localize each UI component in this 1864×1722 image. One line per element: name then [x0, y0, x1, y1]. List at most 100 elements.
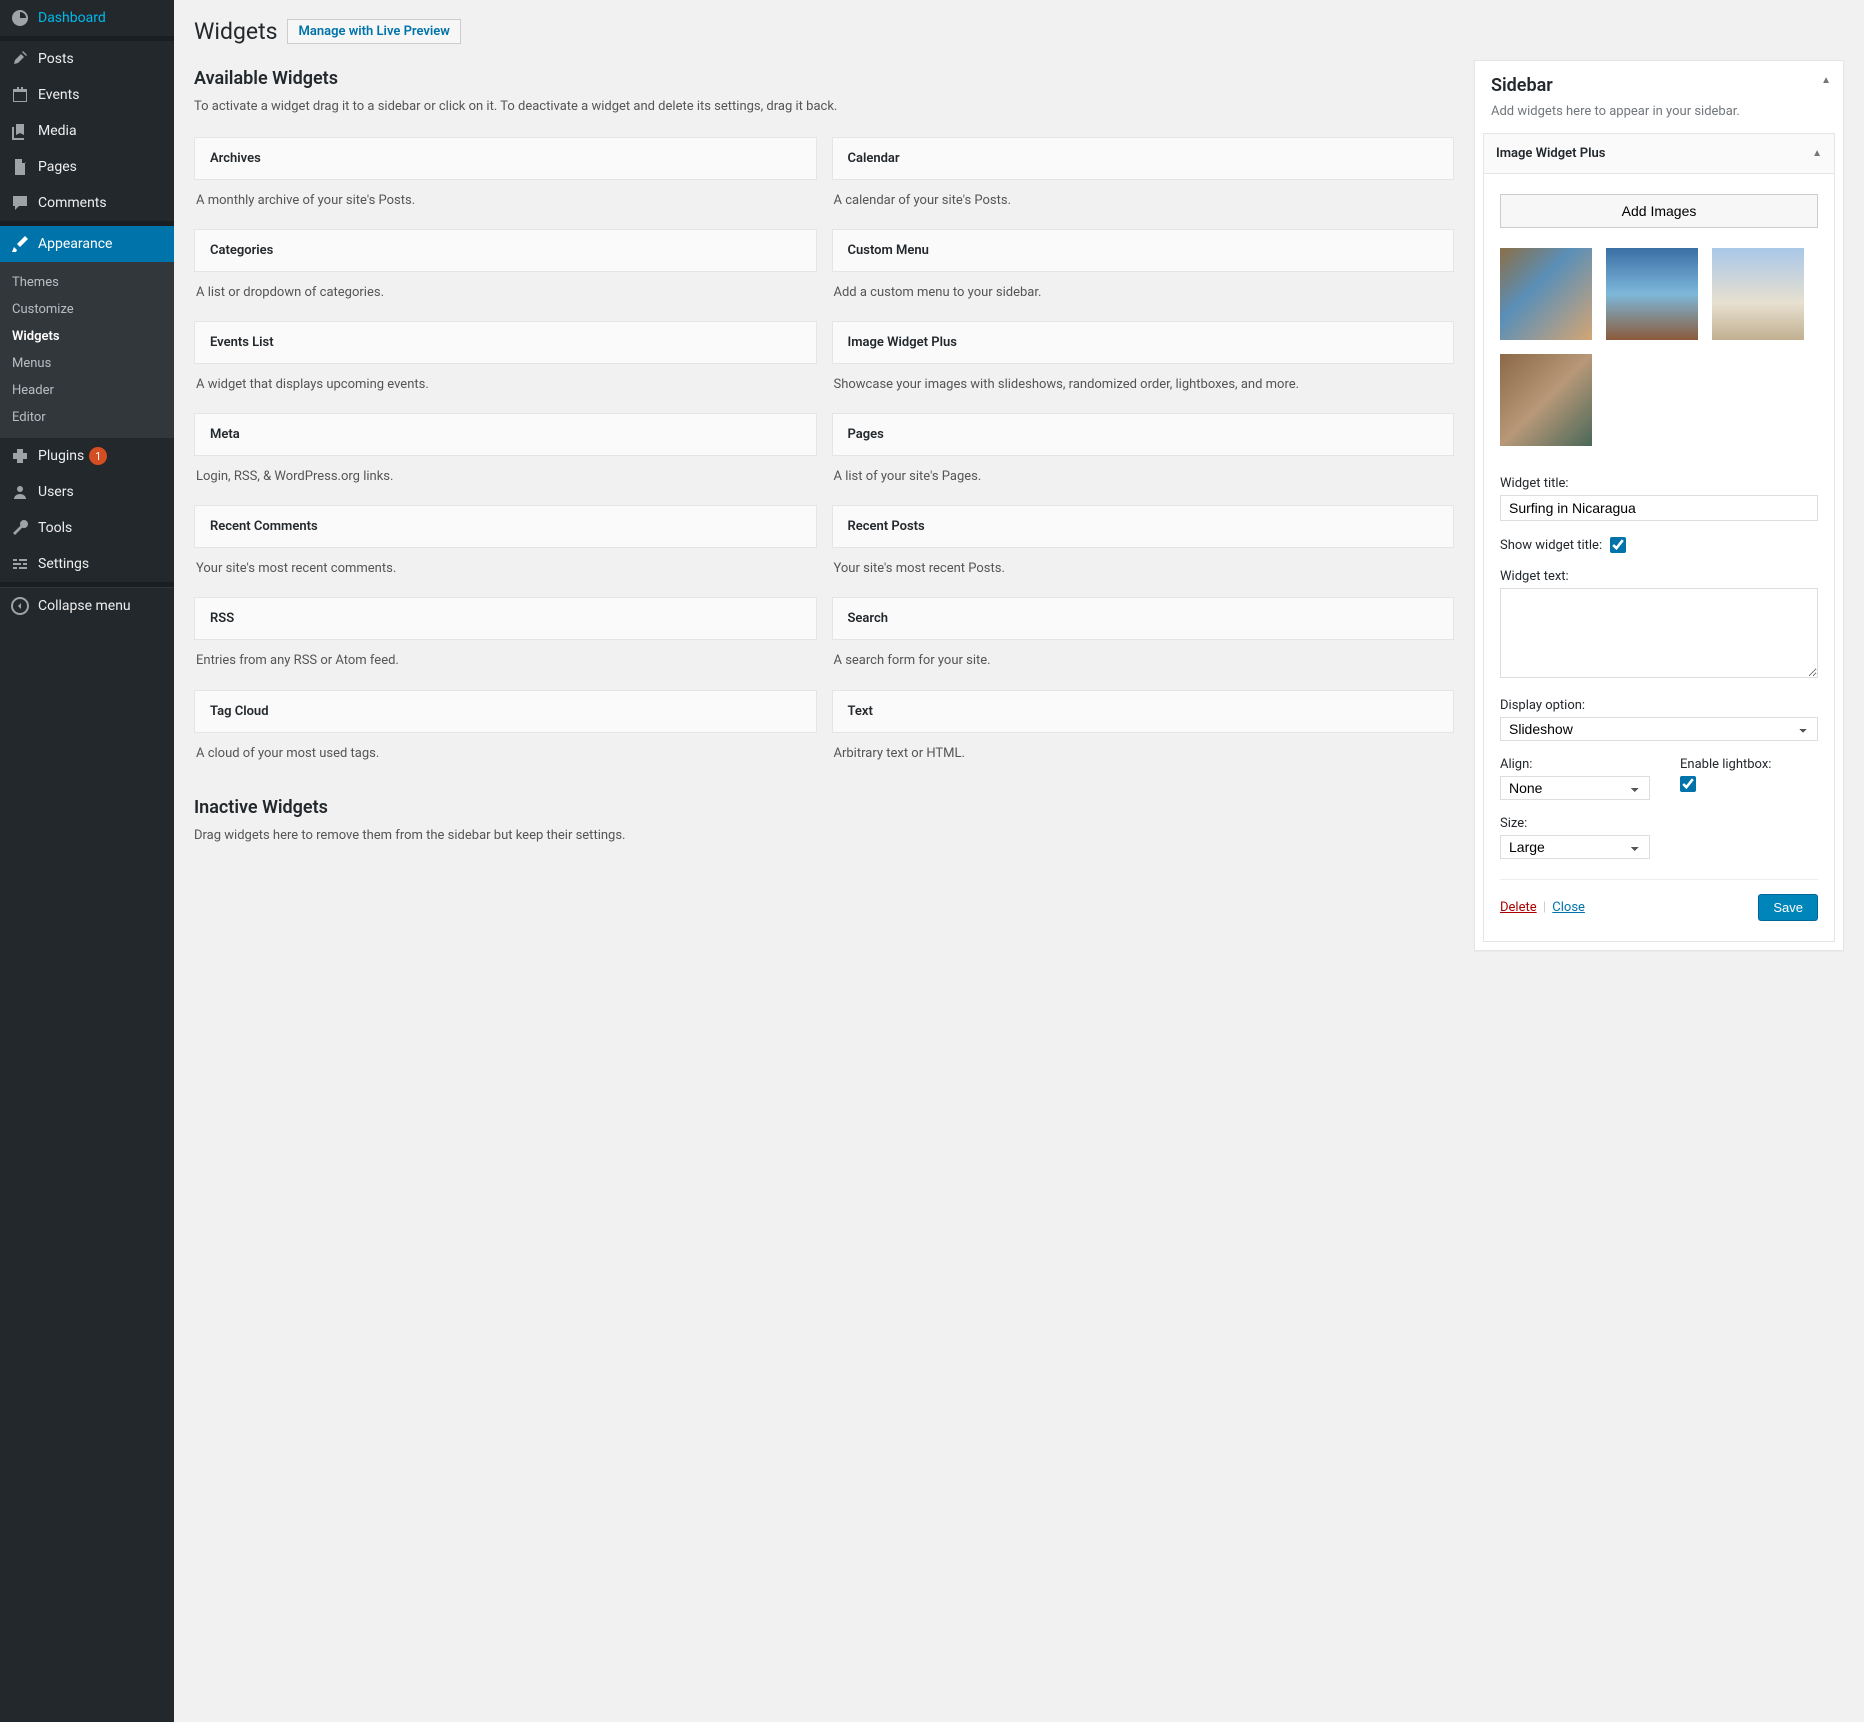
- widget-instance: Image Widget Plus ▲ Add Images Widget ti…: [1483, 133, 1835, 942]
- available-widget: Recent CommentsYour site's most recent c…: [194, 505, 817, 582]
- widget-handle[interactable]: Calendar: [832, 137, 1455, 180]
- nav-events[interactable]: Events: [0, 77, 174, 113]
- widget-handle[interactable]: Archives: [194, 137, 817, 180]
- instance-header[interactable]: Image Widget Plus ▲: [1484, 134, 1834, 174]
- delete-link[interactable]: Delete: [1500, 900, 1537, 915]
- widget-handle[interactable]: Tag Cloud: [194, 690, 817, 733]
- display-option-select[interactable]: Slideshow: [1500, 717, 1818, 741]
- widget-handle[interactable]: RSS: [194, 597, 817, 640]
- nav-comments[interactable]: Comments: [0, 185, 174, 221]
- nav-label: Media: [38, 123, 77, 139]
- widget-handle[interactable]: Categories: [194, 229, 817, 272]
- wrench-icon: [10, 518, 30, 538]
- available-widget: Events ListA widget that displays upcomi…: [194, 321, 817, 398]
- subnav-widgets[interactable]: Widgets: [0, 323, 174, 350]
- widget-handle[interactable]: Pages: [832, 413, 1455, 456]
- close-link[interactable]: Close: [1552, 900, 1585, 915]
- nav-label: Posts: [38, 51, 74, 67]
- nav-collapse[interactable]: Collapse menu: [0, 587, 174, 624]
- nav-settings[interactable]: Settings: [0, 546, 174, 582]
- caret-up-icon[interactable]: ▲: [1812, 148, 1822, 159]
- appearance-submenu: Themes Customize Widgets Menus Header Ed…: [0, 262, 174, 438]
- widgets-right: Sidebar Add widgets here to appear in yo…: [1474, 60, 1844, 951]
- available-widget: Custom MenuAdd a custom menu to your sid…: [832, 229, 1455, 306]
- nav-appearance[interactable]: Appearance: [0, 226, 174, 262]
- widget-description: Your site's most recent comments.: [194, 548, 817, 582]
- display-option-label: Display option:: [1500, 698, 1818, 713]
- widget-description: Your site's most recent Posts.: [832, 548, 1455, 582]
- pages-icon: [10, 157, 30, 177]
- widget-text-textarea[interactable]: [1500, 588, 1818, 678]
- image-thumbnail[interactable]: [1712, 248, 1804, 340]
- subnav-themes[interactable]: Themes: [0, 269, 174, 296]
- nav-pages[interactable]: Pages: [0, 149, 174, 185]
- widget-handle[interactable]: Recent Posts: [832, 505, 1455, 548]
- widget-title-input[interactable]: [1500, 495, 1818, 521]
- widget-description: Login, RSS, & WordPress.org links.: [194, 456, 817, 490]
- nav-tools[interactable]: Tools: [0, 510, 174, 546]
- nav-label: Users: [38, 484, 74, 500]
- page-header: Widgets Manage with Live Preview: [194, 18, 1844, 45]
- caret-up-icon[interactable]: ▲: [1821, 75, 1831, 86]
- nav-media[interactable]: Media: [0, 113, 174, 149]
- widget-description: A cloud of your most used tags.: [194, 733, 817, 767]
- inactive-heading: Inactive Widgets: [194, 797, 1454, 818]
- live-preview-button[interactable]: Manage with Live Preview: [287, 19, 460, 44]
- widget-handle[interactable]: Meta: [194, 413, 817, 456]
- available-widget: Recent PostsYour site's most recent Post…: [832, 505, 1455, 582]
- plugin-icon: [10, 446, 30, 466]
- add-images-button[interactable]: Add Images: [1500, 194, 1818, 228]
- inactive-desc: Drag widgets here to remove them from th…: [194, 826, 1454, 846]
- available-widget: CategoriesA list or dropdown of categori…: [194, 229, 817, 306]
- widget-handle[interactable]: Text: [832, 690, 1455, 733]
- nav-label: Comments: [38, 195, 107, 211]
- subnav-customize[interactable]: Customize: [0, 296, 174, 323]
- image-thumbnail[interactable]: [1500, 248, 1592, 340]
- size-select[interactable]: Large: [1500, 835, 1650, 859]
- brush-icon: [10, 234, 30, 254]
- user-icon: [10, 482, 30, 502]
- nav-users[interactable]: Users: [0, 474, 174, 510]
- instance-title: Image Widget Plus: [1496, 146, 1605, 161]
- widget-handle[interactable]: Image Widget Plus: [832, 321, 1455, 364]
- widget-handle[interactable]: Recent Comments: [194, 505, 817, 548]
- divider: |: [1543, 900, 1546, 915]
- nav-plugins[interactable]: Plugins 1: [0, 438, 174, 474]
- image-thumbnails: [1500, 248, 1818, 446]
- dashboard-icon: [10, 8, 30, 28]
- show-title-checkbox[interactable]: [1610, 537, 1626, 553]
- widget-title-label: Widget title:: [1500, 476, 1818, 491]
- page-title: Widgets: [194, 18, 277, 45]
- align-select[interactable]: None: [1500, 776, 1650, 800]
- image-thumbnail[interactable]: [1500, 354, 1592, 446]
- subnav-menus[interactable]: Menus: [0, 350, 174, 377]
- lightbox-label: Enable lightbox:: [1680, 757, 1818, 772]
- available-widget: TextArbitrary text or HTML.: [832, 690, 1455, 767]
- sidebar-header[interactable]: Sidebar Add widgets here to appear in yo…: [1475, 61, 1843, 133]
- widget-handle[interactable]: Events List: [194, 321, 817, 364]
- widget-handle[interactable]: Custom Menu: [832, 229, 1455, 272]
- subnav-editor[interactable]: Editor: [0, 404, 174, 431]
- size-label: Size:: [1500, 816, 1818, 831]
- widget-handle[interactable]: Search: [832, 597, 1455, 640]
- widget-description: A calendar of your site's Posts.: [832, 180, 1455, 214]
- available-widget: ArchivesA monthly archive of your site's…: [194, 137, 817, 214]
- available-desc: To activate a widget drag it to a sideba…: [194, 97, 1454, 117]
- available-widget: PagesA list of your site's Pages.: [832, 413, 1455, 490]
- nav-label: Appearance: [38, 236, 112, 252]
- lightbox-checkbox[interactable]: [1680, 776, 1696, 792]
- sidebar-panel: Sidebar Add widgets here to appear in yo…: [1474, 60, 1844, 951]
- widget-description: A list or dropdown of categories.: [194, 272, 817, 306]
- subnav-header[interactable]: Header: [0, 377, 174, 404]
- image-thumbnail[interactable]: [1606, 248, 1698, 340]
- nav-posts[interactable]: Posts: [0, 41, 174, 77]
- plugins-update-badge: 1: [89, 447, 107, 465]
- pin-icon: [10, 49, 30, 69]
- instance-footer: Delete | Close Save: [1500, 879, 1818, 921]
- nav-dashboard[interactable]: Dashboard: [0, 0, 174, 36]
- save-button[interactable]: Save: [1758, 894, 1818, 921]
- widget-description: A widget that displays upcoming events.: [194, 364, 817, 398]
- widget-description: Add a custom menu to your sidebar.: [832, 272, 1455, 306]
- media-icon: [10, 121, 30, 141]
- available-heading: Available Widgets: [194, 68, 1454, 89]
